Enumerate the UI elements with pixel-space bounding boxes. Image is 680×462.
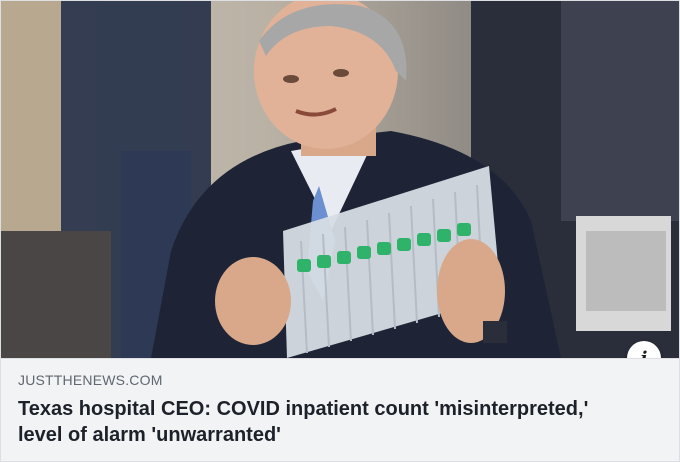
- preview-image[interactable]: [1, 1, 679, 358]
- article-headline[interactable]: Texas hospital CEO: COVID inpatient coun…: [18, 396, 638, 448]
- link-meta[interactable]: JUSTTHENEWS.COM Texas hospital CEO: COVI…: [1, 358, 679, 461]
- source-domain[interactable]: JUSTTHENEWS.COM: [18, 372, 163, 388]
- preview-image-art: [1, 1, 679, 358]
- link-preview-card[interactable]: i JUSTTHENEWS.COM Texas hospital CEO: CO…: [0, 0, 680, 462]
